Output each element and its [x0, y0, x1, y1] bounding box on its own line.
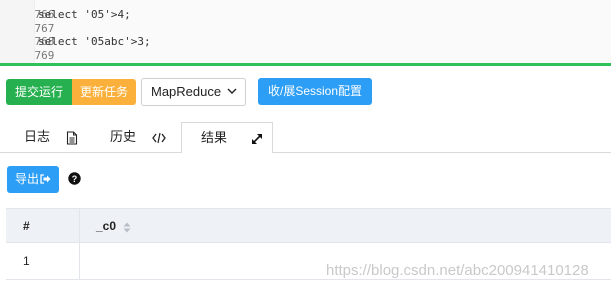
editor-bottom-border	[0, 63, 611, 66]
sql-editor[interactable]: 766 select '05'>4; 767 768 select '05abc'>…	[0, 0, 611, 64]
code-icon	[151, 132, 166, 143]
tab-history-label: 历史	[110, 129, 137, 144]
expand-icon	[251, 133, 262, 144]
chevron-down-icon	[227, 88, 237, 94]
submit-run-button[interactable]: 提交运行	[6, 79, 72, 105]
tab-history[interactable]: 历史	[110, 122, 166, 152]
result-tabs: 日志 历史 结果	[0, 122, 611, 153]
tab-log[interactable]: 日志	[24, 122, 78, 152]
code-line: 770	[0, 49, 57, 64]
export-label: 导出	[14, 172, 39, 186]
file-text-icon	[66, 131, 77, 145]
sign-out-icon	[40, 174, 51, 184]
toggle-session-config-button[interactable]: 收/展Session配置	[258, 78, 372, 105]
engine-select[interactable]: MapReduce	[141, 78, 246, 106]
update-task-button[interactable]: 更新任务	[72, 79, 136, 105]
code-line: 768 select '05abc'>3;	[0, 21, 151, 48]
question-circle-icon[interactable]: ?	[68, 172, 81, 185]
code-line: 769	[0, 35, 57, 62]
sort-icon[interactable]	[123, 222, 131, 233]
row-index: 1	[23, 254, 30, 268]
tab-log-label: 日志	[24, 129, 51, 144]
svg-text:?: ?	[72, 174, 78, 184]
tab-result[interactable]: 结果	[181, 122, 273, 153]
engine-select-value: MapReduce	[151, 84, 222, 99]
code-line: 766 select '05'>4;	[0, 0, 131, 21]
column-header-c0[interactable]: _c0	[96, 209, 116, 244]
column-separator	[79, 208, 80, 280]
export-button[interactable]: 导出	[7, 166, 59, 193]
table-header: # _c0	[6, 208, 611, 243]
code-line: 767	[0, 8, 57, 35]
tab-result-label: 结果	[201, 130, 228, 145]
watermark: https://blog.csdn.net/abc200941410128	[326, 262, 589, 279]
column-header-index: #	[23, 219, 30, 233]
